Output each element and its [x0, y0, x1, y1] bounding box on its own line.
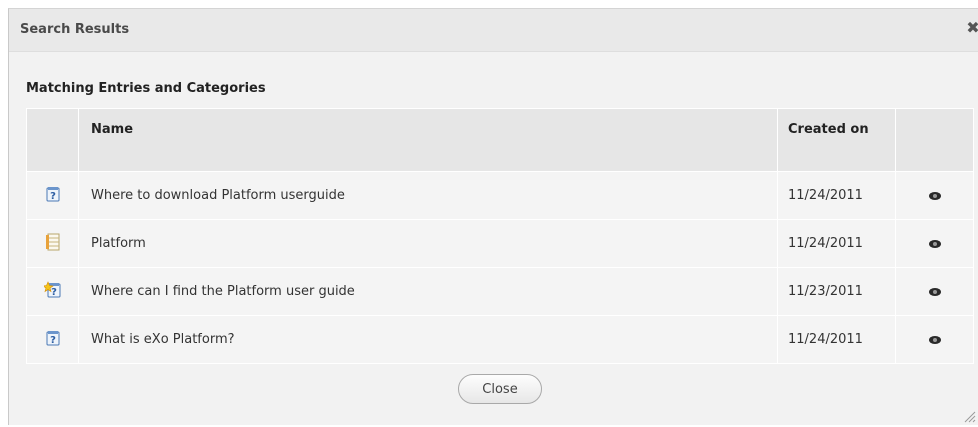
table-header-row: Name Created on — [26, 108, 974, 172]
svg-text:?: ? — [50, 191, 56, 202]
dialog-titlebar: Search Results ✖ — [9, 9, 978, 52]
column-header-actions — [895, 108, 974, 172]
category-name-link[interactable]: Platform — [78, 219, 778, 268]
section-title: Matching Entries and Categories — [26, 81, 266, 96]
column-header-icon — [26, 108, 79, 172]
category-icon — [45, 233, 61, 255]
view-eye-icon[interactable] — [928, 335, 941, 344]
question-new-entry-icon: ? — [41, 280, 62, 303]
question-entry-icon: ? — [45, 330, 61, 350]
column-header-created: Created on — [777, 108, 896, 172]
entry-name-link[interactable]: What is eXo Platform? — [78, 315, 778, 364]
view-eye-icon[interactable] — [928, 239, 941, 248]
results-table: Name Created on ? Where to download Plat… — [26, 108, 974, 364]
column-header-name: Name — [78, 108, 778, 172]
table-row: ? What is eXo Platform? 11/24/2011 — [26, 315, 974, 364]
question-entry-icon: ? — [45, 186, 61, 206]
table-row: ? Where can I find the Platform user gui… — [26, 267, 974, 316]
resize-grip-icon[interactable] — [962, 409, 976, 423]
entry-name-link[interactable]: Where to download Platform userguide — [78, 171, 778, 220]
entry-name-link[interactable]: Where can I find the Platform user guide — [78, 267, 778, 316]
search-results-dialog: Search Results ✖ Matching Entries and Ca… — [8, 8, 978, 425]
created-date: 11/23/2011 — [777, 267, 896, 316]
close-button[interactable]: Close — [458, 374, 542, 404]
table-row: Platform 11/24/2011 — [26, 219, 974, 268]
created-date: 11/24/2011 — [777, 219, 896, 268]
created-date: 11/24/2011 — [777, 315, 896, 364]
created-date: 11/24/2011 — [777, 171, 896, 220]
close-x-icon[interactable]: ✖ — [964, 19, 978, 37]
table-row: ? Where to download Platform userguide 1… — [26, 171, 974, 220]
view-eye-icon[interactable] — [928, 191, 941, 200]
svg-text:?: ? — [51, 287, 57, 298]
view-eye-icon[interactable] — [928, 287, 941, 296]
dialog-title: Search Results — [20, 22, 130, 37]
svg-text:?: ? — [50, 335, 56, 346]
